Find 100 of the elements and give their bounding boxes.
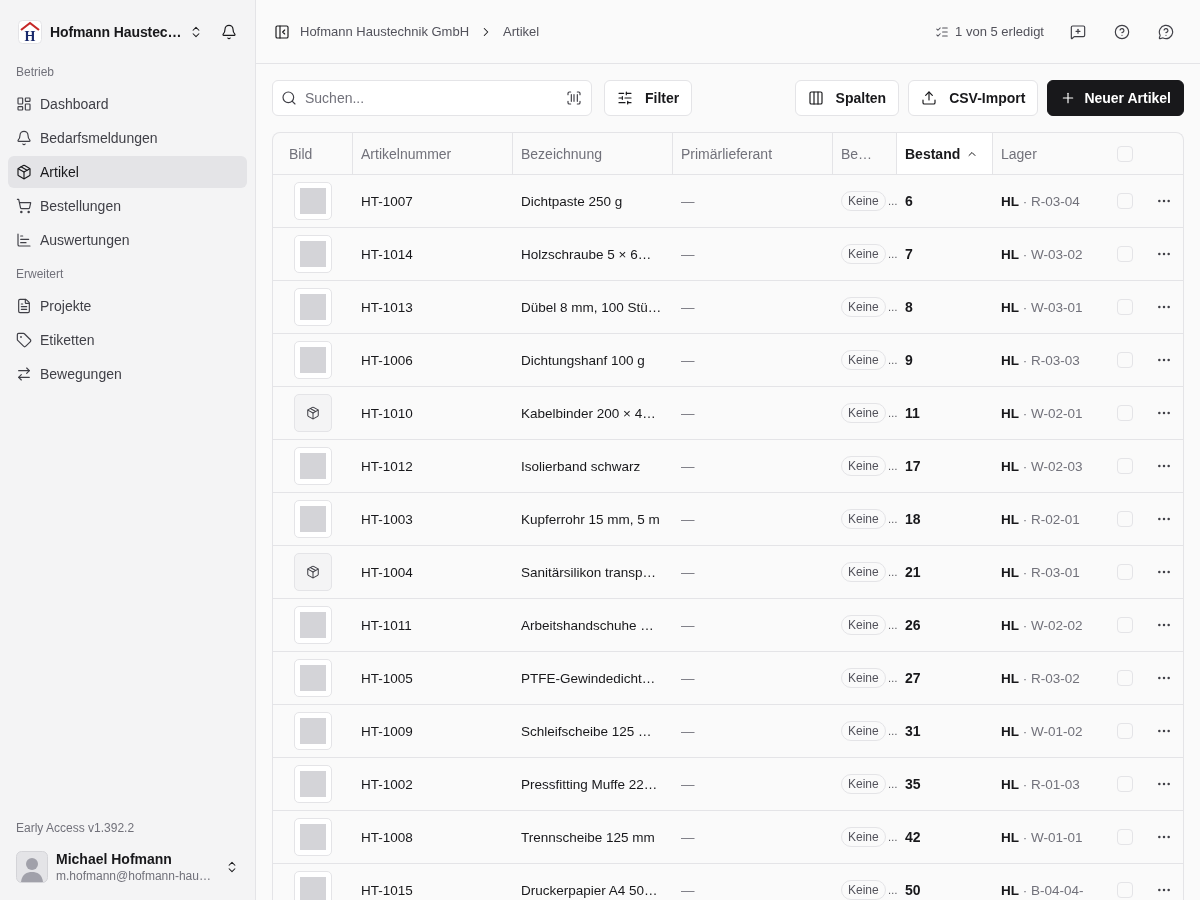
storage-location: HL · W-02-03 [1001, 458, 1083, 474]
toolbar-button[interactable]: Neuer Artikel [1047, 80, 1184, 116]
storage-location: HL · R-03-04 [1001, 193, 1080, 209]
overflow-ellipsis: … [887, 301, 898, 313]
overflow-ellipsis: … [887, 884, 898, 896]
article-number: HT-1006 [361, 352, 413, 368]
status-badge: Keine [841, 191, 886, 211]
article-name: Dübel 8 mm, 100 Stü… [521, 299, 662, 315]
status-badge: Keine [841, 615, 886, 635]
overflow-ellipsis: … [887, 513, 898, 525]
help-icon [1114, 23, 1130, 40]
photo-placeholder [294, 606, 332, 644]
sidebar-item[interactable]: Projekte [8, 290, 247, 322]
stock-count: 21 [905, 564, 921, 580]
article-number: HT-1010 [361, 405, 413, 421]
search-field[interactable]: Suchen... [272, 80, 592, 116]
scan-barcode-icon[interactable] [566, 90, 582, 106]
section-label: Erweitert [16, 267, 64, 281]
user-name: Michael Hofmann [56, 851, 173, 867]
stock-count: 42 [905, 829, 921, 845]
tag-icon [16, 332, 32, 348]
photo-placeholder [294, 765, 332, 803]
status-badge: Keine [841, 880, 886, 900]
article-name: Pressfitting Muffe 22… [521, 776, 658, 792]
filter-button[interactable]: Filter [604, 80, 693, 116]
sidebar-item[interactable]: Bestellungen [8, 190, 247, 222]
sidebar-item[interactable]: Bewegungen [8, 358, 247, 390]
status-badge: Keine [841, 774, 886, 794]
status-badge: Keine [841, 456, 886, 476]
article-name: Trennscheibe 125 mm [521, 829, 655, 845]
status-badge: Keine [841, 668, 886, 688]
avatar-icon [16, 851, 48, 883]
storage-location: HL · W-02-02 [1001, 617, 1083, 633]
bell-icon [16, 130, 32, 146]
stock-count: 50 [905, 882, 921, 898]
breadcrumb-link[interactable]: Artikel [503, 24, 540, 39]
sidebar-item[interactable]: Auswertungen [8, 224, 247, 256]
sidebar-item[interactable]: Artikel [8, 156, 247, 188]
supplier-cell: — [681, 882, 695, 898]
sidebar-item[interactable]: Etiketten [8, 324, 247, 356]
company-name: Hofmann Haustec… [50, 24, 182, 40]
sliders-icon [617, 90, 633, 106]
company-logo: H [18, 20, 42, 44]
status-badge: Keine [841, 721, 886, 741]
progress-button[interactable]: 1 von 5 erledigt [929, 15, 1050, 48]
storage-location: HL · W-02-01 [1001, 405, 1083, 421]
sidebar-toggle-icon[interactable] [274, 23, 290, 40]
article-name: Kupferrohr 15 mm, 5 m [521, 511, 660, 527]
overflow-ellipsis: … [887, 566, 898, 578]
column-header[interactable]: Bezeichnung [513, 133, 673, 174]
storage-location: HL · W-03-01 [1001, 299, 1083, 315]
version-label: Early Access v1.392.2 [16, 821, 135, 835]
breadcrumb-link[interactable]: Hofmann Haustechnik GmbH [300, 24, 470, 39]
photo-placeholder [294, 447, 332, 485]
toolbar-button[interactable]: Spalten [794, 80, 900, 116]
sidebar-item[interactable]: Dashboard [8, 88, 247, 120]
storage-location: HL · R-02-01 [1001, 511, 1080, 527]
overflow-ellipsis: … [887, 831, 898, 843]
article-name: PTFE-Gewindedicht… [521, 670, 656, 686]
column-header[interactable]: Bild [273, 133, 353, 174]
column-header[interactable]: Lager [993, 133, 1105, 174]
supplier-cell: — [681, 193, 695, 209]
column-header[interactable]: Artikelnummer [353, 133, 513, 174]
article-name: Sanitärsilikon transp… [521, 564, 657, 580]
stock-count: 31 [905, 723, 921, 739]
overflow-ellipsis: … [887, 619, 898, 631]
article-number: HT-1013 [361, 299, 413, 315]
storage-location: HL · R-01-03 [1001, 776, 1080, 792]
package-icon [294, 394, 332, 432]
bell-icon[interactable] [221, 24, 237, 40]
supplier-cell: — [681, 723, 695, 739]
bar-chart-icon [16, 232, 32, 248]
photo-placeholder [294, 182, 332, 220]
user-email: m.hofmann@hofmann-hau… [56, 869, 212, 883]
section-label: Betrieb [16, 65, 55, 79]
document-icon [16, 298, 32, 314]
sidebar-item[interactable]: Bedarfsmeldungen [8, 122, 247, 154]
stock-count: 7 [905, 246, 913, 262]
stock-count: 17 [905, 458, 921, 474]
article-number: HT-1002 [361, 776, 413, 792]
supplier-cell: — [681, 829, 695, 845]
storage-location: HL · W-01-01 [1001, 829, 1083, 845]
overflow-ellipsis: … [887, 248, 898, 260]
stock-count: 6 [905, 193, 913, 209]
supplier-cell: — [681, 458, 695, 474]
toolbar-button[interactable]: CSV-Import [908, 80, 1039, 116]
overflow-ellipsis: … [887, 195, 898, 207]
storage-location: HL · R-03-03 [1001, 352, 1080, 368]
stock-count: 11 [905, 405, 920, 421]
status-badge: Keine [841, 244, 886, 264]
article-number: HT-1003 [361, 511, 413, 527]
overflow-ellipsis: … [887, 460, 898, 472]
message-plus-icon [1070, 23, 1086, 40]
dashboard-icon [16, 96, 32, 112]
column-header[interactable]: Primärlieferant [673, 133, 833, 174]
package-icon [294, 553, 332, 591]
article-name: Dichtungshanf 100 g [521, 352, 645, 368]
stock-count: 9 [905, 352, 913, 368]
column-header[interactable]: Bestand [897, 133, 993, 174]
supplier-cell: — [681, 617, 695, 633]
